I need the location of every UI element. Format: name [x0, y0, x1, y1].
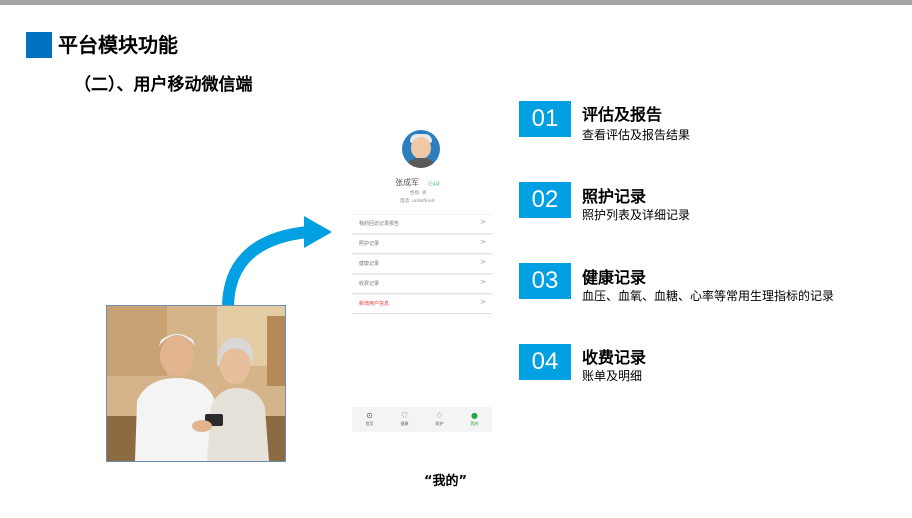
feature-number-01: 01	[519, 101, 571, 137]
menu-item-label: 健康记录	[359, 261, 380, 267]
menu-item-care-records[interactable]: 照护记录 >	[352, 234, 492, 254]
chevron-right-icon: >	[480, 238, 486, 246]
photo-illustration	[107, 306, 285, 461]
menu-item-label: 照护记录	[359, 241, 380, 247]
profile-phone: 电话: undefined	[400, 199, 435, 204]
feature-number-02: 02	[519, 182, 571, 218]
heart-icon: ♡	[400, 411, 409, 420]
elderly-couple-photo	[106, 305, 286, 462]
phone-screen-mine: 张成军 已认证 性别: 男 电话: undefined 我的回访记录报告 > 照…	[352, 120, 492, 432]
feature-title: 评估及报告	[582, 105, 663, 124]
feature-title: 照护记录	[582, 187, 647, 206]
care-icon: ♢	[435, 411, 444, 420]
home-icon: ⊙	[366, 411, 373, 420]
profile-gender: 性别: 男	[410, 191, 427, 196]
tab-care[interactable]: ♢ 照护	[422, 407, 457, 432]
profile-name: 张成军	[395, 178, 419, 187]
feature-description: 查看评估及报告结果	[582, 128, 691, 142]
feature-number-04: 04	[519, 344, 571, 380]
feature-title: 健康记录	[582, 268, 647, 287]
title-square-marker	[26, 32, 52, 58]
tab-label: 照护	[435, 421, 444, 426]
menu-item-visit-report[interactable]: 我的回访记录报告 >	[352, 214, 492, 234]
slide-title: 平台模块功能	[58, 33, 178, 57]
menu-item-label: 我的回访记录报告	[359, 221, 400, 227]
menu-item-add-user[interactable]: 新增用户信息 >	[352, 294, 492, 314]
menu-item-health-records[interactable]: 健康记录 >	[352, 254, 492, 274]
tab-label: 我的	[470, 421, 479, 426]
feature-title: 收费记录	[582, 348, 647, 367]
curved-arrow-icon	[222, 216, 332, 306]
menu-item-label: 新增用户信息	[359, 301, 390, 307]
slide-subtitle: （二）、用户移动微信端	[74, 75, 253, 95]
tab-label: 健康	[400, 421, 409, 426]
chevron-right-icon: >	[480, 218, 486, 226]
avatar[interactable]	[402, 130, 440, 168]
feature-description: 血压、血氧、血糖、心率等常用生理指标的记录	[582, 289, 835, 303]
menu-item-label: 收费记录	[359, 281, 380, 287]
chevron-right-icon: >	[480, 278, 486, 286]
tab-health[interactable]: ♡ 健康	[387, 407, 422, 432]
tab-label: 首页	[365, 421, 374, 426]
chevron-right-icon: >	[480, 258, 486, 266]
feature-number-03: 03	[519, 263, 571, 299]
verified-badge: 已认证	[428, 181, 440, 186]
tab-home[interactable]: ⊙ 首页	[352, 407, 387, 432]
top-border	[0, 0, 912, 5]
user-icon: ●	[471, 411, 478, 420]
feature-description: 账单及明细	[582, 369, 643, 383]
screen-caption: “我的”	[424, 474, 468, 489]
profile-menu: 我的回访记录报告 > 照护记录 > 健康记录 > 收费记录 > 新增用户信息 >	[352, 214, 492, 314]
chevron-right-icon: >	[480, 298, 486, 306]
tab-mine[interactable]: ● 我的	[457, 407, 492, 432]
menu-item-fee-records[interactable]: 收费记录 >	[352, 274, 492, 294]
bottom-tab-bar: ⊙ 首页 ♡ 健康 ♢ 照护 ● 我的	[352, 407, 492, 432]
feature-description: 照护列表及详细记录	[582, 208, 691, 222]
